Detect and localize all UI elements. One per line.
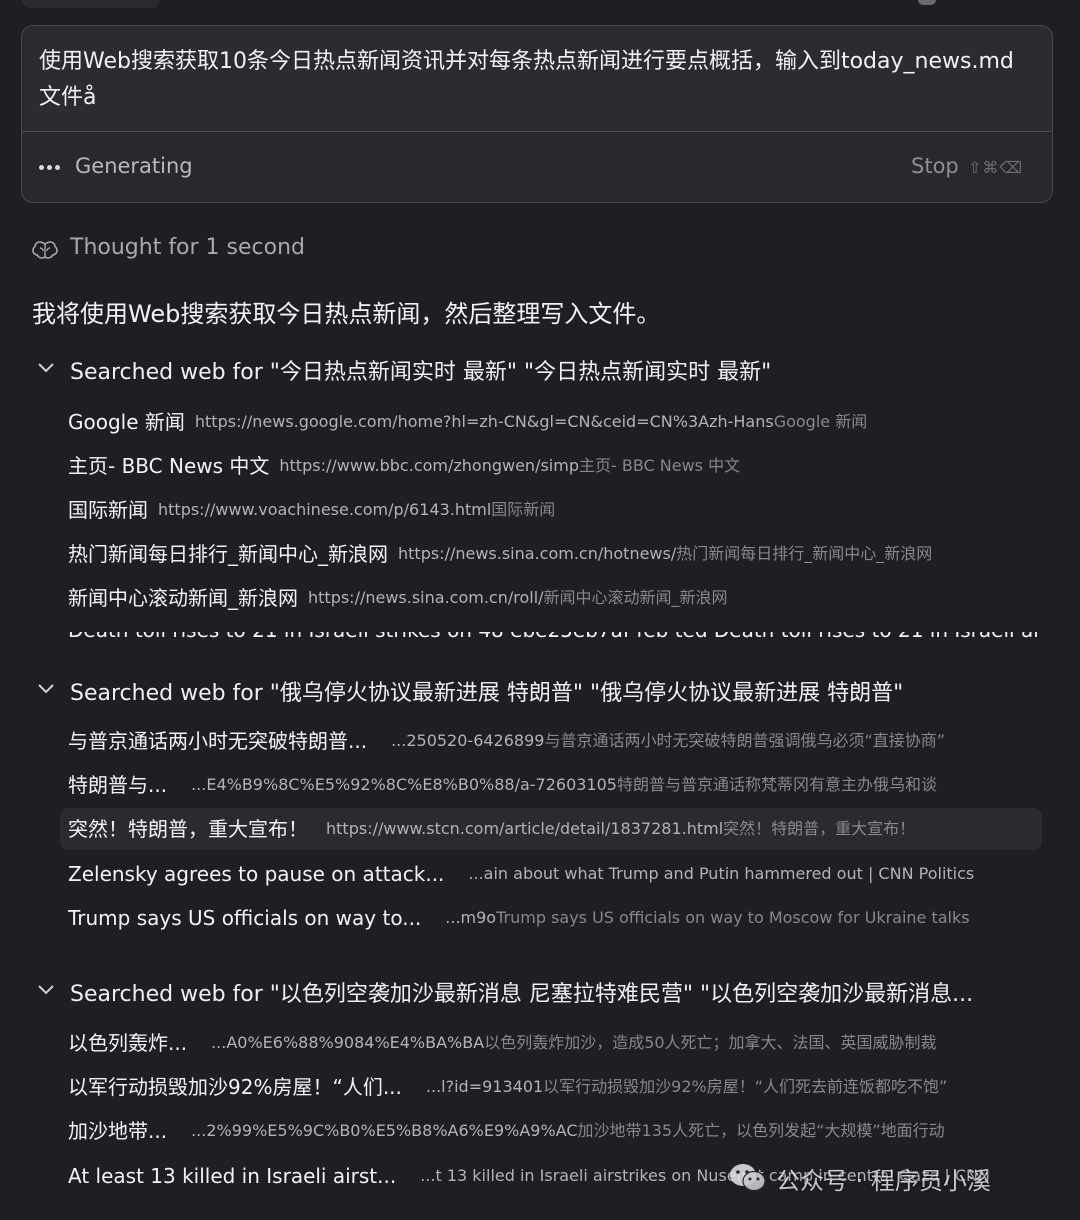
result-row[interactable]: Google 新闻 https://news.google.com/home?hl… [60,401,1042,443]
result-row[interactable]: 以色列轰炸... ...A0%E6%88%9084%E4%BA%BA以色列轰炸加沙… [60,1022,1042,1064]
result-url: https://news.sina.com.cn/hotnews/ [398,544,677,563]
result-row[interactable]: 以军行动损毁加沙92%房屋！“人们... ...l?id=913401以军行动损毁… [60,1066,1042,1108]
result-title: 以色列轰炸... [68,1031,188,1055]
brain-icon [32,241,58,259]
result-row[interactable]: Zelensky agrees to pause on attack......… [60,853,1042,895]
result-tail: 特朗普与普京通话称梵蒂冈有意主办俄乌和谈 [616,775,937,794]
result-url: ...m9o [445,908,497,927]
search-header[interactable]: Searched web for "今日热点新闻实时 最新" "今日热点新闻实时… [36,354,1046,388]
result-url: https://news.google.com/home?hl=zh-CN&gl… [194,412,774,431]
result-title: 突然！特朗普，重大宣布！ [68,817,308,841]
result-title: 与普京通话两小时无突破特朗普... [68,729,368,753]
result-row[interactable]: 新闻中心滚动新闻_新浪网 https://news.sina.com.cn/rol… [60,577,1042,619]
generating-status: Generating [75,154,193,178]
status-row: Generating Stop ⇧⌘⌫ [22,132,1052,202]
result-url: ...l?id=913401 [425,1077,544,1096]
stop-button[interactable]: Stop [911,154,959,178]
result-url: ...250520-6426899 [391,731,545,750]
result-row[interactable]: 主页- BBC News 中文 https://www.bbc.com/zhong… [60,445,1042,487]
result-url: https://www.voachinese.com/p/6143.html [158,500,492,519]
clipped-result-row: Death toll rises to 21 in Israeli strike… [68,632,1038,642]
result-row[interactable]: Trump says US officials on way to... ...m… [60,897,1042,939]
window-top-indicator [918,0,936,5]
watermark-text: 公众号 · 程序员小溪 [776,1167,991,1195]
result-title: 热门新闻每日排行_新闻中心_新浪网 [68,542,388,566]
chevron-down-icon [38,363,54,373]
result-url: ...E4%B9%8C%E5%92%8C%E8%B0%88/a-72603105 [191,775,617,794]
result-tail: 以军行动损毁加沙92%房屋！“人们死去前连饭都吃不饱” [543,1077,948,1096]
stop-shortcut-hint: ⇧⌘⌫ [968,158,1024,177]
result-title: Trump says US officials on way to... [68,906,422,930]
search-header[interactable]: Searched web for "以色列空袭加沙最新消息 尼塞拉特难民营" "… [36,976,1046,1010]
result-tail: 热门新闻每日排行_新闻中心_新浪网 [676,544,933,563]
result-title: 新闻中心滚动新闻_新浪网 [68,586,298,610]
result-title: At least 13 killed in Israeli airst... [68,1164,397,1188]
result-url: ...A0%E6%88%9084%E4%BA%BA [211,1033,485,1052]
generating-dots-icon [39,160,63,176]
result-tail: 国际新闻 [491,500,556,519]
result-url: https://news.sina.com.cn/roll/ [308,588,544,607]
result-tail: Google 新闻 [773,412,868,431]
result-title: 主页- BBC News 中文 [68,454,270,478]
result-tail: 主页- BBC News 中文 [578,456,741,475]
result-title: 国际新闻 [68,498,148,522]
result-tail: 以色列轰炸加沙，造成50人死亡；加拿大、法国、英国威胁制裁 [484,1033,937,1052]
result-row[interactable]: 热门新闻每日排行_新闻中心_新浪网 https://news.sina.com.c… [60,533,1042,575]
result-row[interactable]: 国际新闻 https://www.voachinese.com/p/6143.ht… [60,489,1042,531]
result-url: https://www.stcn.com/article/detail/1837… [326,819,724,838]
result-title: 特朗普与... [68,773,168,797]
result-title: Google 新闻 [68,410,185,434]
prompt-card: 使用Web搜索获取10条今日热点新闻资讯并对每条热点新闻进行要点概括，输入到to… [21,25,1053,203]
clipped-result-text: Death toll rises to 21 in Israeli strike… [68,632,1038,642]
search-title: Searched web for "今日热点新闻实时 最新" "今日热点新闻实时… [70,360,772,385]
result-tail: 突然！特朗普，重大宣布！ [723,819,916,838]
result-tail: 新闻中心滚动新闻_新浪网 [543,588,728,607]
wechat-icon [730,1164,766,1192]
search-title: Searched web for "俄乌停火协议最新进展 特朗普" "俄乌停火协… [70,681,904,706]
search-title: Searched web for "以色列空袭加沙最新消息 尼塞拉特难民营" "… [70,982,974,1007]
thought-label: Thought for 1 second [70,235,306,260]
search-header[interactable]: Searched web for "俄乌停火协议最新进展 特朗普" "俄乌停火协… [36,675,1046,709]
result-title: Zelensky agrees to pause on attack... [68,862,445,886]
result-tail: Trump says US officials on way to Moscow… [496,908,970,927]
chevron-down-icon [38,684,54,694]
result-tail: 与普京通话两小时无突破特朗普强调俄乌必须“直接协商” [544,731,946,750]
result-row[interactable]: 加沙地带... ...2%99%E5%9C%B0%E5%B8%A6%E9%A9%A… [60,1110,1042,1152]
result-title: 加沙地带... [68,1119,168,1143]
result-title: 以军行动损毁加沙92%房屋！“人们... [68,1075,402,1099]
result-row-hovered[interactable]: 突然！特朗普，重大宣布！ https://www.stcn.com/article… [60,808,1042,850]
result-row[interactable]: 特朗普与... ...E4%B9%8C%E5%92%8C%E8%B0%88/a-7… [60,764,1042,806]
result-url: https://www.bbc.com/zhongwen/simp [279,456,579,475]
assistant-reply: 我将使用Web搜索获取今日热点新闻，然后整理写入文件。 [32,300,661,328]
result-tail: 加沙地带135人死亡，以色列发起“大规模”地面行动 [577,1121,945,1140]
result-url: ...ain about what Trump and Putin hammer… [468,864,975,883]
window-top-stub [22,0,160,8]
result-row[interactable]: 与普京通话两小时无突破特朗普... ...250520-6426899与普京通话两… [60,720,1042,762]
chevron-down-icon [38,985,54,995]
result-url: ...2%99%E5%9C%B0%E5%B8%A6%E9%A9%AC [191,1121,578,1140]
prompt-text: 使用Web搜索获取10条今日热点新闻资讯并对每条热点新闻进行要点概括，输入到to… [39,49,1014,110]
